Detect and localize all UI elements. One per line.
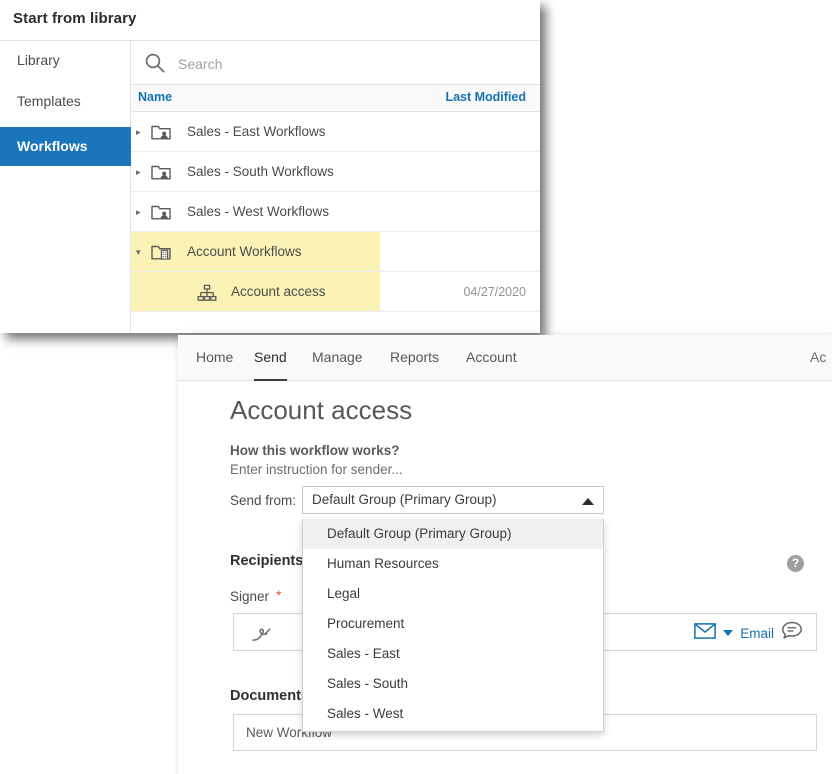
column-header-name[interactable]: Name (138, 90, 172, 104)
sidebar-item-label: Workflows (17, 138, 88, 154)
dropdown-option[interactable]: Legal (303, 579, 603, 609)
dropdown-option[interactable]: Human Resources (303, 549, 603, 579)
delivery-method-group: Email (694, 620, 803, 646)
search-icon (144, 52, 166, 74)
folder-group-icon (150, 121, 172, 143)
dialog-title: Start from library (13, 10, 137, 27)
table-row[interactable]: ▸ Sales - East Workflows (131, 112, 540, 152)
table-row[interactable]: ▸ Sales - South Workflows (131, 152, 540, 192)
help-icon[interactable]: ? (787, 555, 804, 572)
expand-collapse-icon[interactable]: ▾ (136, 247, 146, 257)
send-from-select[interactable]: Default Group (Primary Group) (302, 486, 604, 514)
search-bar (131, 41, 540, 85)
dropdown-option[interactable]: Procurement (303, 609, 603, 639)
screenshot-root: Start from library Library Templates Wor… (0, 0, 832, 774)
table-row[interactable]: Account access 04/27/2020 (131, 272, 540, 312)
dropdown-option[interactable]: Sales - West (303, 699, 603, 729)
row-last-modified: 04/27/2020 (463, 285, 526, 299)
table-row[interactable]: ▾ Account Workflows (131, 232, 540, 272)
tab-manage[interactable]: Manage (312, 349, 363, 379)
nav-right-truncated-label[interactable]: Ac (810, 349, 830, 365)
envelope-icon[interactable] (694, 622, 717, 644)
workflow-tree: ▸ Sales - East Workflows ▸ Sales - South… (131, 112, 540, 333)
folder-account-icon (150, 241, 172, 263)
tab-home[interactable]: Home (196, 349, 233, 379)
signer-label: Signer (230, 589, 270, 604)
workflow-howto-heading: How this workflow works? (230, 443, 400, 458)
sidebar-item-workflows[interactable]: Workflows (0, 127, 131, 166)
top-navigation-bar: Home Send Manage Reports Account Ac (178, 335, 832, 382)
required-asterisk: * (276, 587, 282, 603)
row-name: Account Workflows (187, 244, 302, 259)
table-row[interactable]: ▸ Sales - West Workflows (131, 192, 540, 232)
chevron-up-icon[interactable] (582, 498, 594, 505)
chevron-down-icon[interactable] (723, 630, 734, 636)
start-from-library-dialog: Start from library Library Templates Wor… (0, 0, 540, 333)
expand-collapse-icon[interactable]: ▸ (136, 127, 146, 137)
sidebar-item-label: Library (17, 52, 60, 68)
column-header-last-modified[interactable]: Last Modified (445, 90, 526, 104)
tab-account[interactable]: Account (466, 349, 517, 379)
dropdown-option[interactable]: Default Group (Primary Group) (303, 519, 603, 549)
send-from-dropdown-list: Default Group (Primary Group) Human Reso… (302, 519, 604, 732)
recipients-section-heading: Recipients (230, 553, 304, 569)
dropdown-option[interactable]: Sales - East (303, 639, 603, 669)
send-from-selected-value: Default Group (Primary Group) (312, 492, 497, 507)
folder-group-icon (150, 201, 172, 223)
send-from-label: Send from: (230, 493, 297, 508)
expand-collapse-icon[interactable]: ▸ (136, 167, 146, 177)
table-column-header: Name Last Modified (131, 85, 540, 112)
sidebar-item-library[interactable]: Library (0, 41, 131, 80)
speech-bubble-icon[interactable] (781, 621, 803, 645)
expand-collapse-icon[interactable]: ▸ (136, 207, 146, 217)
tab-reports[interactable]: Reports (390, 349, 439, 379)
folder-group-icon (150, 161, 172, 183)
dropdown-option[interactable]: Sales - South (303, 669, 603, 699)
library-sidebar: Library Templates Workflows (0, 41, 131, 333)
dialog-title-bar: Start from library (0, 0, 540, 41)
workflow-instruction-text: Enter instruction for sender... (230, 462, 403, 477)
row-name: Sales - East Workflows (187, 124, 326, 139)
delivery-method-label[interactable]: Email (740, 626, 774, 641)
documents-section-heading: Documents (230, 688, 309, 704)
row-name: Sales - South Workflows (187, 164, 334, 179)
row-name: Account access (231, 284, 326, 299)
sidebar-item-label: Templates (17, 93, 81, 109)
sidebar-item-templates[interactable]: Templates (0, 82, 131, 121)
search-input[interactable] (176, 52, 520, 76)
row-name: Sales - West Workflows (187, 204, 330, 219)
tab-send[interactable]: Send (254, 349, 287, 382)
workflow-node-icon (196, 282, 218, 304)
signature-pen-icon (249, 622, 273, 644)
library-content-pane: Name Last Modified ▸ Sales - East Workfl… (131, 41, 540, 333)
page-title: Account access (230, 395, 413, 425)
